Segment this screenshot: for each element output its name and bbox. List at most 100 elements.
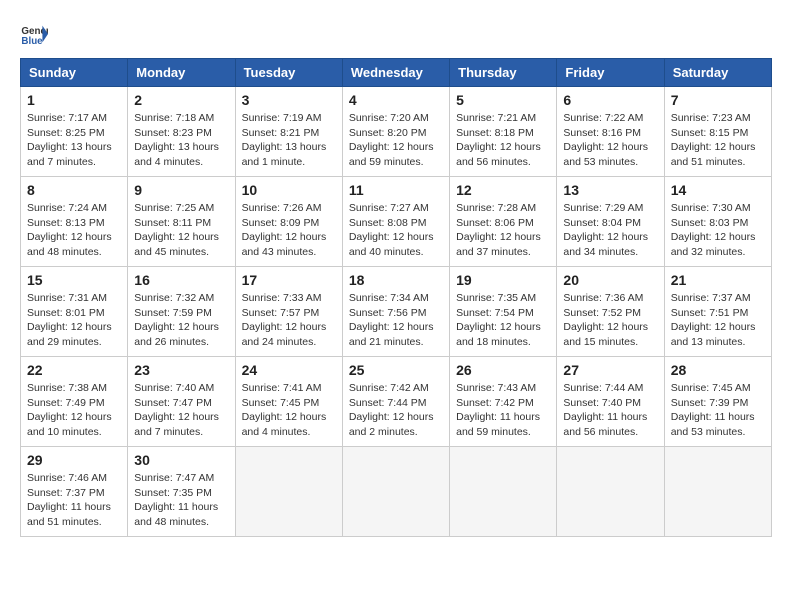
day-number: 23 (134, 362, 228, 378)
day-info: Sunrise: 7:17 AM Sunset: 8:25 PM Dayligh… (27, 111, 121, 170)
day-number: 21 (671, 272, 765, 288)
day-info: Sunrise: 7:24 AM Sunset: 8:13 PM Dayligh… (27, 201, 121, 260)
calendar-week-row: 8 Sunrise: 7:24 AM Sunset: 8:13 PM Dayli… (21, 177, 772, 267)
day-number: 22 (27, 362, 121, 378)
day-info: Sunrise: 7:20 AM Sunset: 8:20 PM Dayligh… (349, 111, 443, 170)
weekday-header-monday: Monday (128, 59, 235, 87)
day-number: 27 (563, 362, 657, 378)
day-number: 30 (134, 452, 228, 468)
calendar-day-cell: 6 Sunrise: 7:22 AM Sunset: 8:16 PM Dayli… (557, 87, 664, 177)
weekday-header-tuesday: Tuesday (235, 59, 342, 87)
day-info: Sunrise: 7:34 AM Sunset: 7:56 PM Dayligh… (349, 291, 443, 350)
day-number: 15 (27, 272, 121, 288)
day-info: Sunrise: 7:36 AM Sunset: 7:52 PM Dayligh… (563, 291, 657, 350)
day-number: 2 (134, 92, 228, 108)
day-info: Sunrise: 7:30 AM Sunset: 8:03 PM Dayligh… (671, 201, 765, 260)
svg-text:Blue: Blue (21, 36, 43, 47)
day-number: 20 (563, 272, 657, 288)
calendar-day-cell: 18 Sunrise: 7:34 AM Sunset: 7:56 PM Dayl… (342, 267, 449, 357)
calendar-day-cell: 4 Sunrise: 7:20 AM Sunset: 8:20 PM Dayli… (342, 87, 449, 177)
day-number: 9 (134, 182, 228, 198)
calendar-day-cell: 29 Sunrise: 7:46 AM Sunset: 7:37 PM Dayl… (21, 447, 128, 537)
calendar-day-cell: 8 Sunrise: 7:24 AM Sunset: 8:13 PM Dayli… (21, 177, 128, 267)
calendar-day-cell: 12 Sunrise: 7:28 AM Sunset: 8:06 PM Dayl… (450, 177, 557, 267)
day-number: 3 (242, 92, 336, 108)
day-info: Sunrise: 7:25 AM Sunset: 8:11 PM Dayligh… (134, 201, 228, 260)
day-info: Sunrise: 7:33 AM Sunset: 7:57 PM Dayligh… (242, 291, 336, 350)
calendar-day-cell: 17 Sunrise: 7:33 AM Sunset: 7:57 PM Dayl… (235, 267, 342, 357)
calendar-day-cell: 7 Sunrise: 7:23 AM Sunset: 8:15 PM Dayli… (664, 87, 771, 177)
day-info: Sunrise: 7:18 AM Sunset: 8:23 PM Dayligh… (134, 111, 228, 170)
weekday-header-sunday: Sunday (21, 59, 128, 87)
day-number: 18 (349, 272, 443, 288)
calendar-day-cell: 11 Sunrise: 7:27 AM Sunset: 8:08 PM Dayl… (342, 177, 449, 267)
day-info: Sunrise: 7:45 AM Sunset: 7:39 PM Dayligh… (671, 381, 765, 440)
day-number: 26 (456, 362, 550, 378)
day-info: Sunrise: 7:47 AM Sunset: 7:35 PM Dayligh… (134, 471, 228, 530)
day-info: Sunrise: 7:37 AM Sunset: 7:51 PM Dayligh… (671, 291, 765, 350)
page-header: General Blue (20, 20, 772, 48)
weekday-header-friday: Friday (557, 59, 664, 87)
calendar-day-cell (664, 447, 771, 537)
day-info: Sunrise: 7:29 AM Sunset: 8:04 PM Dayligh… (563, 201, 657, 260)
calendar-day-cell: 26 Sunrise: 7:43 AM Sunset: 7:42 PM Dayl… (450, 357, 557, 447)
day-number: 7 (671, 92, 765, 108)
calendar-day-cell: 20 Sunrise: 7:36 AM Sunset: 7:52 PM Dayl… (557, 267, 664, 357)
day-info: Sunrise: 7:35 AM Sunset: 7:54 PM Dayligh… (456, 291, 550, 350)
calendar-day-cell: 19 Sunrise: 7:35 AM Sunset: 7:54 PM Dayl… (450, 267, 557, 357)
day-number: 13 (563, 182, 657, 198)
day-info: Sunrise: 7:40 AM Sunset: 7:47 PM Dayligh… (134, 381, 228, 440)
calendar-day-cell: 28 Sunrise: 7:45 AM Sunset: 7:39 PM Dayl… (664, 357, 771, 447)
day-info: Sunrise: 7:22 AM Sunset: 8:16 PM Dayligh… (563, 111, 657, 170)
calendar-week-row: 22 Sunrise: 7:38 AM Sunset: 7:49 PM Dayl… (21, 357, 772, 447)
calendar-day-cell: 2 Sunrise: 7:18 AM Sunset: 8:23 PM Dayli… (128, 87, 235, 177)
day-number: 25 (349, 362, 443, 378)
day-info: Sunrise: 7:32 AM Sunset: 7:59 PM Dayligh… (134, 291, 228, 350)
calendar-day-cell: 22 Sunrise: 7:38 AM Sunset: 7:49 PM Dayl… (21, 357, 128, 447)
calendar-day-cell (235, 447, 342, 537)
calendar-day-cell: 16 Sunrise: 7:32 AM Sunset: 7:59 PM Dayl… (128, 267, 235, 357)
calendar-day-cell: 23 Sunrise: 7:40 AM Sunset: 7:47 PM Dayl… (128, 357, 235, 447)
day-info: Sunrise: 7:42 AM Sunset: 7:44 PM Dayligh… (349, 381, 443, 440)
calendar-week-row: 15 Sunrise: 7:31 AM Sunset: 8:01 PM Dayl… (21, 267, 772, 357)
day-number: 10 (242, 182, 336, 198)
day-number: 6 (563, 92, 657, 108)
calendar-header-row: SundayMondayTuesdayWednesdayThursdayFrid… (21, 59, 772, 87)
logo: General Blue (20, 20, 52, 48)
day-number: 17 (242, 272, 336, 288)
day-number: 19 (456, 272, 550, 288)
day-info: Sunrise: 7:38 AM Sunset: 7:49 PM Dayligh… (27, 381, 121, 440)
calendar-day-cell: 3 Sunrise: 7:19 AM Sunset: 8:21 PM Dayli… (235, 87, 342, 177)
day-number: 8 (27, 182, 121, 198)
day-info: Sunrise: 7:21 AM Sunset: 8:18 PM Dayligh… (456, 111, 550, 170)
calendar-day-cell (557, 447, 664, 537)
day-info: Sunrise: 7:44 AM Sunset: 7:40 PM Dayligh… (563, 381, 657, 440)
calendar-day-cell: 5 Sunrise: 7:21 AM Sunset: 8:18 PM Dayli… (450, 87, 557, 177)
calendar-week-row: 29 Sunrise: 7:46 AM Sunset: 7:37 PM Dayl… (21, 447, 772, 537)
calendar-day-cell (450, 447, 557, 537)
day-number: 4 (349, 92, 443, 108)
day-number: 16 (134, 272, 228, 288)
day-info: Sunrise: 7:28 AM Sunset: 8:06 PM Dayligh… (456, 201, 550, 260)
calendar-day-cell: 25 Sunrise: 7:42 AM Sunset: 7:44 PM Dayl… (342, 357, 449, 447)
calendar-day-cell: 15 Sunrise: 7:31 AM Sunset: 8:01 PM Dayl… (21, 267, 128, 357)
day-number: 5 (456, 92, 550, 108)
weekday-header-wednesday: Wednesday (342, 59, 449, 87)
day-number: 11 (349, 182, 443, 198)
calendar-day-cell: 24 Sunrise: 7:41 AM Sunset: 7:45 PM Dayl… (235, 357, 342, 447)
day-info: Sunrise: 7:27 AM Sunset: 8:08 PM Dayligh… (349, 201, 443, 260)
calendar-day-cell: 14 Sunrise: 7:30 AM Sunset: 8:03 PM Dayl… (664, 177, 771, 267)
calendar-day-cell: 27 Sunrise: 7:44 AM Sunset: 7:40 PM Dayl… (557, 357, 664, 447)
day-info: Sunrise: 7:41 AM Sunset: 7:45 PM Dayligh… (242, 381, 336, 440)
day-info: Sunrise: 7:43 AM Sunset: 7:42 PM Dayligh… (456, 381, 550, 440)
day-info: Sunrise: 7:46 AM Sunset: 7:37 PM Dayligh… (27, 471, 121, 530)
calendar-day-cell: 9 Sunrise: 7:25 AM Sunset: 8:11 PM Dayli… (128, 177, 235, 267)
day-info: Sunrise: 7:23 AM Sunset: 8:15 PM Dayligh… (671, 111, 765, 170)
weekday-header-saturday: Saturday (664, 59, 771, 87)
day-info: Sunrise: 7:31 AM Sunset: 8:01 PM Dayligh… (27, 291, 121, 350)
calendar-day-cell: 21 Sunrise: 7:37 AM Sunset: 7:51 PM Dayl… (664, 267, 771, 357)
day-number: 28 (671, 362, 765, 378)
calendar-table: SundayMondayTuesdayWednesdayThursdayFrid… (20, 58, 772, 537)
calendar-day-cell: 1 Sunrise: 7:17 AM Sunset: 8:25 PM Dayli… (21, 87, 128, 177)
calendar-day-cell: 10 Sunrise: 7:26 AM Sunset: 8:09 PM Dayl… (235, 177, 342, 267)
